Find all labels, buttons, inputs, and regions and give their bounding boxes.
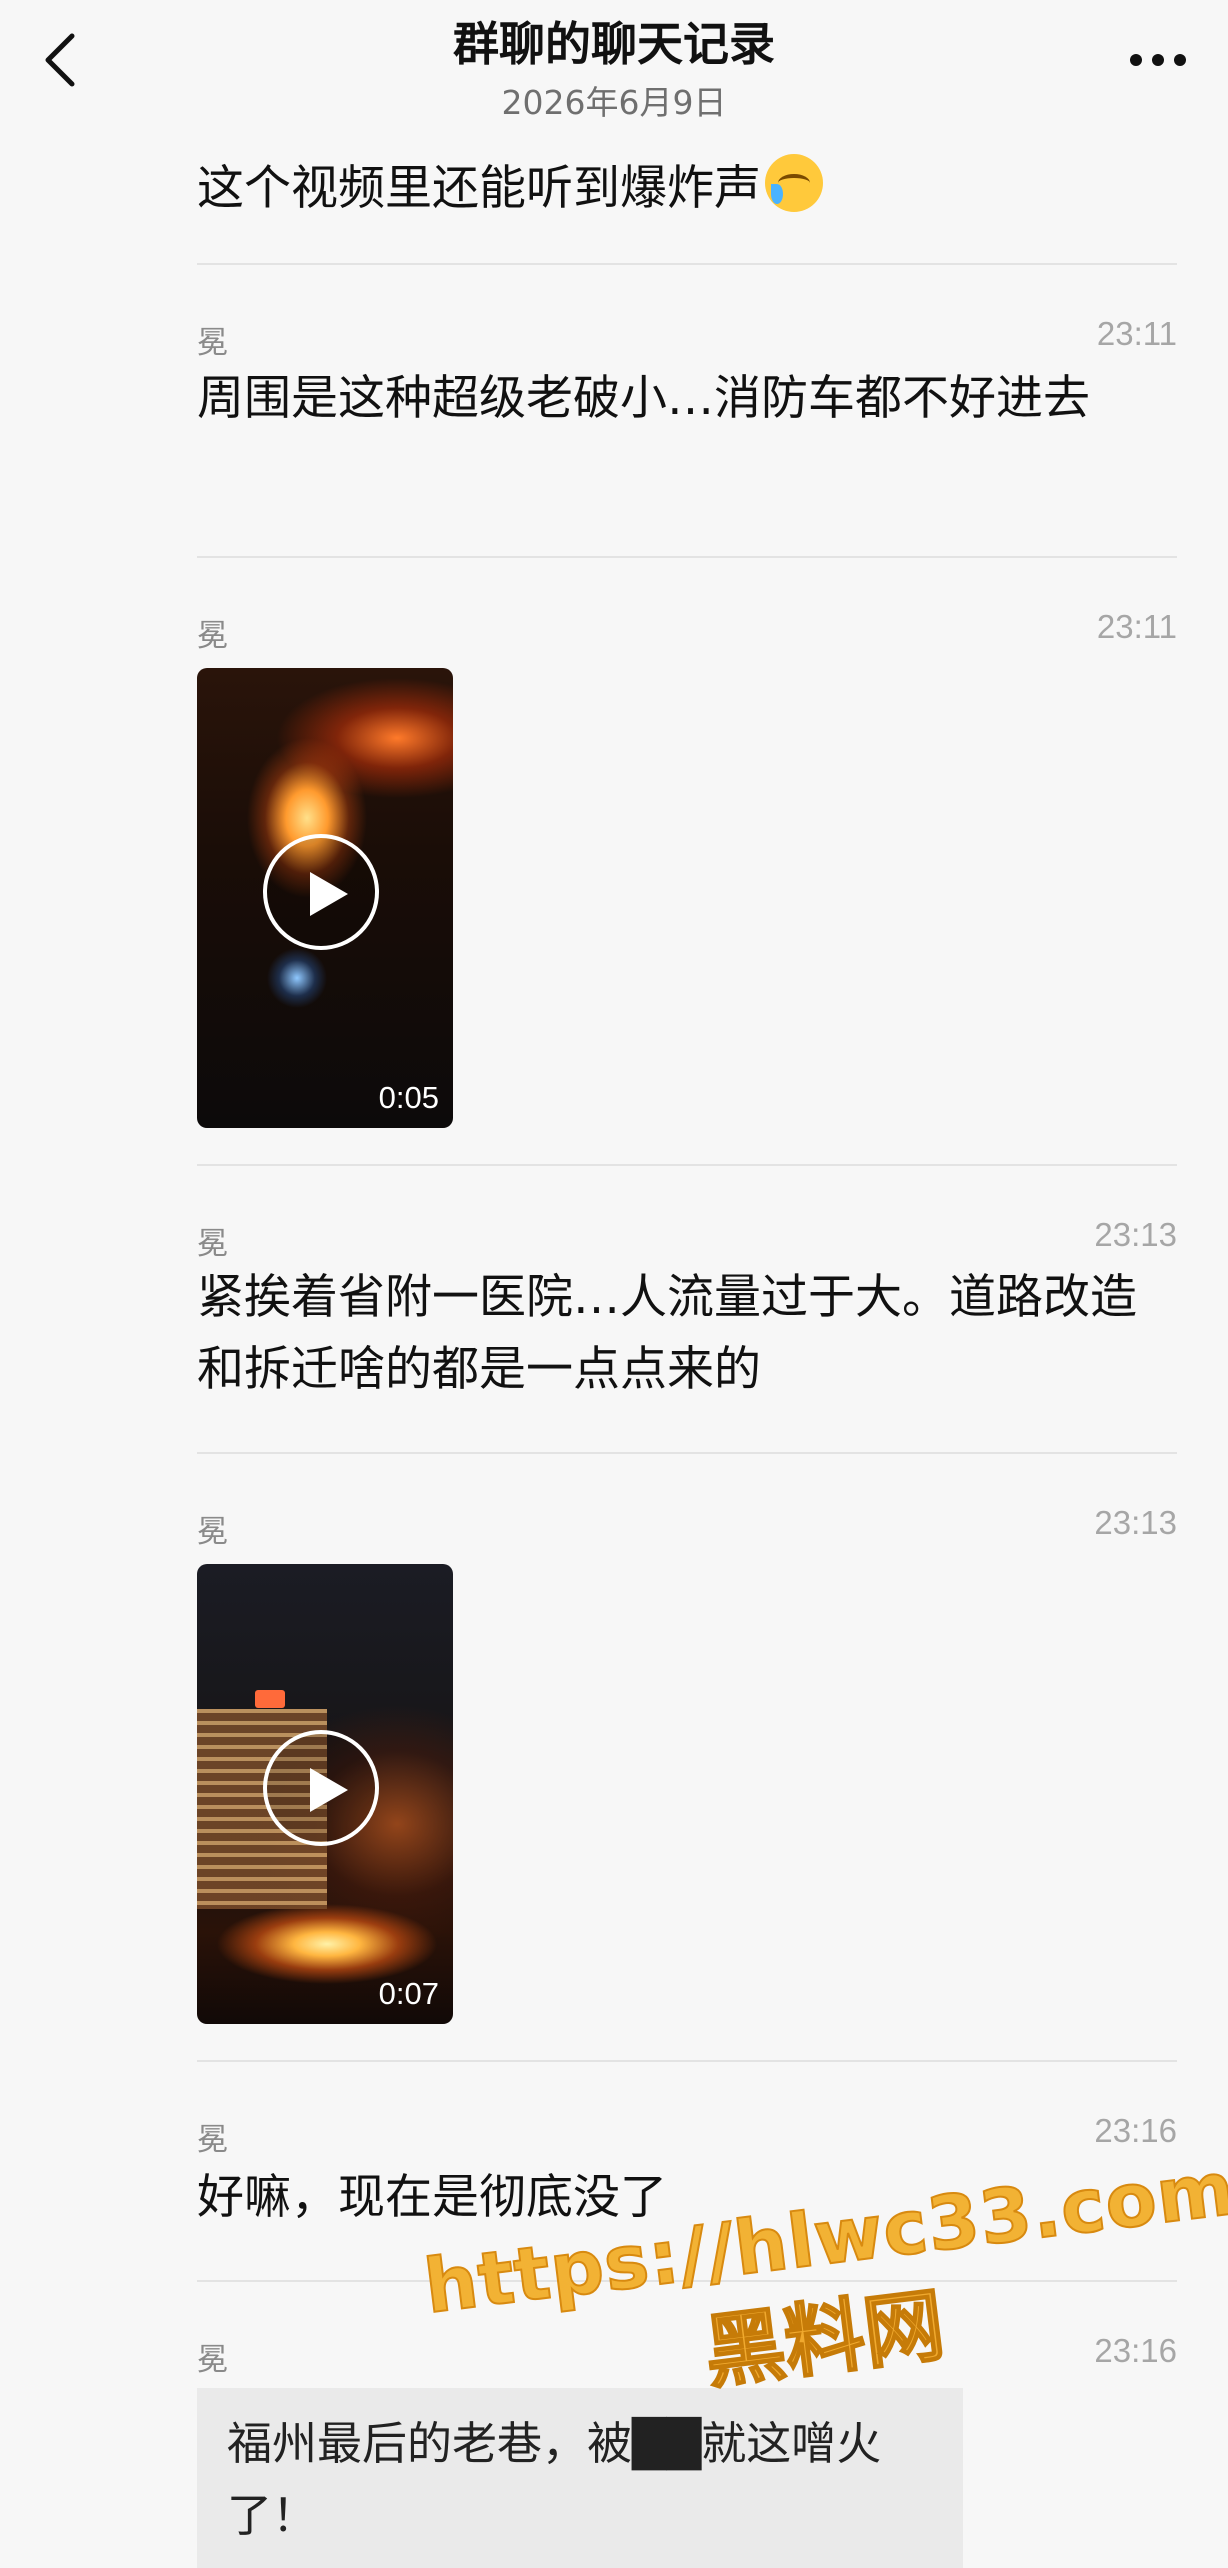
more-options-button[interactable] — [1118, 30, 1198, 90]
list-item[interactable]: 冕 23:13 0:07 — [197, 1454, 1177, 2062]
message-time: 23:11 — [1096, 608, 1177, 645]
message-time: 23:11 — [1096, 315, 1177, 352]
message-text: 这个视频里还能听到爆炸声 — [197, 153, 1157, 225]
message-text: 周围是这种超级老破小…消防车都不好进去 — [197, 371, 1090, 426]
sender-name: 冕 — [197, 1226, 228, 1262]
sender-name: 冕 — [197, 618, 228, 654]
sender-name: 冕 — [197, 2342, 228, 2378]
sender-name: 冕 — [197, 1514, 228, 1550]
list-item[interactable]: 这个视频里还能听到爆炸声 — [197, 128, 1177, 265]
play-icon[interactable] — [263, 1730, 379, 1846]
message-time: 23:16 — [1094, 2332, 1177, 2369]
video-thumbnail[interactable]: 0:05 — [197, 668, 453, 1128]
video-duration: 0:05 — [378, 1080, 439, 1115]
building-sign — [255, 1690, 285, 1708]
message-time: 23:16 — [1094, 2112, 1177, 2149]
page-title: 群聊的聊天记录 — [453, 17, 775, 71]
crying-face-icon — [765, 154, 823, 212]
header: 群聊的聊天记录 2026年6月9日 — [0, 0, 1228, 128]
message-text: 紧挨着省附一医院…人流量过于大。道路改造和拆迁啥的都是一点点来的 — [197, 1270, 1137, 1397]
sender-name: 冕 — [197, 2122, 228, 2158]
video-thumbnail[interactable]: 0:07 — [197, 1564, 453, 2024]
more-dots-icon — [1130, 54, 1186, 66]
list-item[interactable]: 冕 23:13 紧挨着省附一医院…人流量过于大。道路改造和拆迁啥的都是一点点来的 — [197, 1166, 1177, 1454]
sender-name: 冕 — [197, 325, 228, 361]
play-icon[interactable] — [263, 834, 379, 950]
message-list: 这个视频里还能听到爆炸声 冕 23:11 周围是这种超级老破小…消防车都不好进去… — [0, 128, 1228, 2568]
list-item[interactable]: 冕 23:16 福州最后的老巷，被██就这噌火了！ — [197, 2282, 1177, 2568]
message-text: 好嘛，现在是彻底没了 — [197, 2170, 667, 2225]
list-item[interactable]: 冕 23:16 好嘛，现在是彻底没了 — [197, 2062, 1177, 2282]
video-duration: 0:07 — [378, 1976, 439, 2011]
list-item[interactable]: 冕 23:11 周围是这种超级老破小…消防车都不好进去 — [197, 265, 1177, 558]
chat-date: 2026年6月9日 — [501, 83, 727, 122]
list-item[interactable]: 冕 23:11 0:05 — [197, 558, 1177, 1166]
quoted-message-card[interactable]: 福州最后的老巷，被██就这噌火了！ — [197, 2388, 963, 2568]
message-time: 23:13 — [1094, 1504, 1177, 1541]
message-time: 23:13 — [1094, 1216, 1177, 1253]
